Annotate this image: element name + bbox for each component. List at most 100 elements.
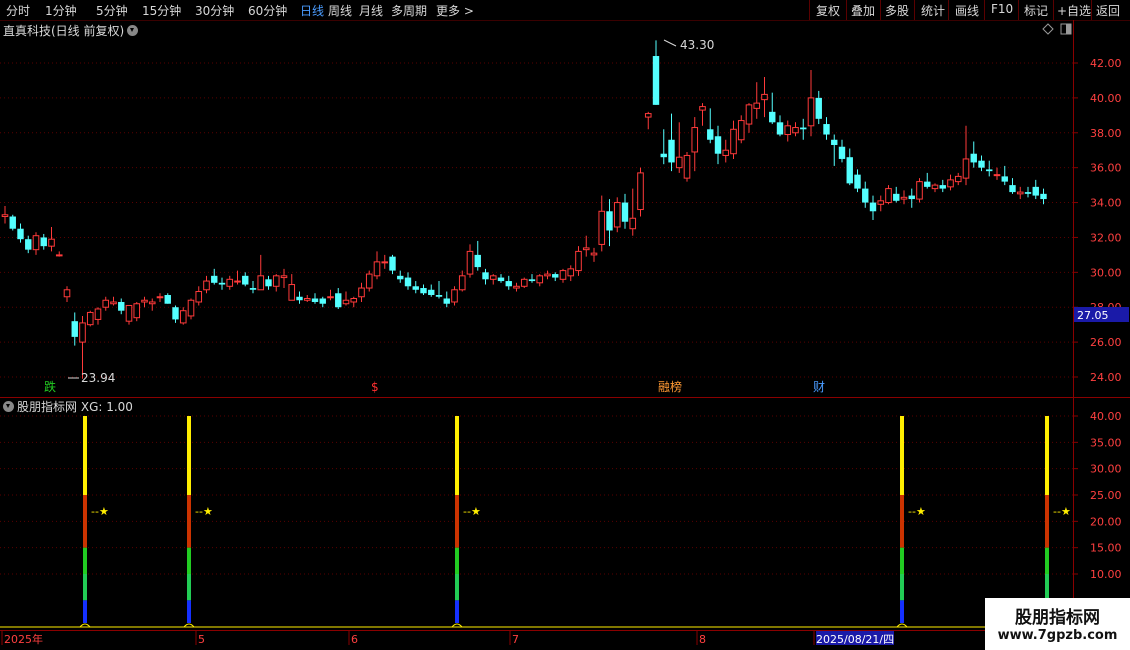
candle-body bbox=[947, 179, 954, 188]
candle-body bbox=[148, 301, 156, 305]
candle-body bbox=[234, 280, 241, 283]
indicator-tick-label: 15.00 bbox=[1090, 542, 1122, 555]
xg-star-label: --★ bbox=[195, 505, 213, 518]
indicator-tick-label: 40.00 bbox=[1090, 410, 1122, 423]
xg-star-label: --★ bbox=[463, 505, 481, 518]
candle-body bbox=[203, 280, 210, 291]
indicator-tick-label: 30.00 bbox=[1090, 463, 1122, 476]
high-price-label: 43.30 bbox=[680, 38, 714, 52]
candle-body bbox=[335, 293, 342, 308]
candle-body bbox=[513, 285, 520, 289]
price-tick-label: 26.00 bbox=[1090, 336, 1122, 349]
xg-bar-segment bbox=[83, 574, 87, 601]
candle-body bbox=[86, 311, 94, 326]
candle-body bbox=[939, 185, 946, 189]
candle-body bbox=[303, 298, 311, 301]
candle-body bbox=[761, 93, 768, 101]
candle-body bbox=[1040, 193, 1047, 200]
candle-body bbox=[831, 139, 838, 145]
date-tick-label: 5 bbox=[198, 633, 205, 646]
candle-body bbox=[737, 120, 745, 141]
diamond-icon[interactable] bbox=[1042, 23, 1054, 35]
indicator-tick-label: 20.00 bbox=[1090, 515, 1122, 528]
candle-body bbox=[954, 175, 962, 183]
price-tick-label: 30.00 bbox=[1090, 266, 1122, 279]
candle-body bbox=[637, 172, 644, 211]
candle-body bbox=[559, 270, 567, 280]
candle-body bbox=[722, 149, 730, 156]
indicator-tick-label: 10.00 bbox=[1090, 568, 1122, 581]
candle-body bbox=[319, 298, 326, 304]
candle-body bbox=[474, 254, 481, 268]
candle-body bbox=[683, 154, 691, 179]
candle-body bbox=[397, 275, 404, 280]
date-tick-label: 7 bbox=[512, 633, 519, 646]
candle-body bbox=[893, 193, 900, 201]
candle-body bbox=[962, 158, 970, 179]
candle-body bbox=[482, 272, 489, 280]
candle-body bbox=[412, 286, 419, 290]
xg-star-label: --★ bbox=[1053, 505, 1071, 518]
candle-body bbox=[249, 288, 257, 290]
candle-body bbox=[55, 254, 63, 257]
xg-bar-segment bbox=[1045, 574, 1049, 601]
candle-body bbox=[815, 97, 822, 119]
price-grid bbox=[0, 62, 1073, 378]
xg-bar-segment bbox=[187, 574, 191, 601]
xg-bar-segment bbox=[187, 495, 191, 548]
xg-bar-segment bbox=[1045, 495, 1049, 548]
candle-body bbox=[381, 261, 389, 264]
candle-body bbox=[916, 181, 923, 200]
watermark: 股朋指标网 www.7gpzb.com bbox=[985, 598, 1130, 650]
panel-toggle-fill bbox=[1066, 24, 1071, 34]
event-marker-dollar[interactable]: $ bbox=[371, 380, 379, 394]
xg-bar-segment bbox=[900, 495, 904, 548]
xg-bar-segment bbox=[455, 547, 459, 574]
xg-bar-segment bbox=[83, 495, 87, 548]
date-tick-label: 6 bbox=[351, 633, 358, 646]
candle-body bbox=[869, 202, 877, 212]
candle-body bbox=[1009, 185, 1016, 193]
candle-body bbox=[699, 106, 706, 111]
candle-body bbox=[784, 125, 792, 136]
candle-body bbox=[970, 153, 977, 163]
candle-body bbox=[420, 288, 427, 294]
candle-body bbox=[156, 296, 164, 299]
xg-star-label: --★ bbox=[908, 505, 926, 518]
candle-body bbox=[582, 247, 590, 251]
candle-body bbox=[110, 301, 117, 305]
candlestick-series bbox=[1, 40, 1047, 379]
candle-body bbox=[179, 310, 187, 324]
candle-body bbox=[342, 299, 350, 305]
candle-body bbox=[102, 299, 110, 308]
date-axis: 2025年 5 6 7 8 2025/08/21/四 bbox=[1, 630, 894, 646]
price-axis: 42.0040.0038.0036.0034.0032.0030.0028.00… bbox=[1073, 57, 1122, 384]
xg-bar-top bbox=[188, 416, 190, 495]
candle-body bbox=[48, 238, 55, 247]
candle-body bbox=[187, 299, 195, 317]
candle-body bbox=[776, 122, 784, 135]
candle-body bbox=[753, 102, 761, 109]
candle-body bbox=[404, 277, 412, 287]
candle-body bbox=[924, 181, 931, 187]
candle-body bbox=[644, 113, 652, 118]
candle-body bbox=[311, 298, 319, 302]
candle-body bbox=[528, 279, 536, 282]
candle-body bbox=[544, 273, 551, 277]
candle-body bbox=[707, 129, 714, 140]
candle-body bbox=[443, 298, 450, 304]
candle-body bbox=[133, 303, 141, 319]
candle-body bbox=[536, 275, 544, 284]
candle-body bbox=[621, 202, 629, 222]
low-price-label: 23.94 bbox=[81, 371, 115, 385]
candle-body bbox=[79, 322, 86, 343]
indicator-axis: 40.00 35.00 30.00 25.00 20.00 15.00 10.00 bbox=[1073, 410, 1122, 581]
candle-body bbox=[1016, 191, 1024, 195]
xg-bar-segment bbox=[83, 547, 87, 574]
event-marker-finance[interactable]: 财 bbox=[813, 380, 825, 394]
candle-body bbox=[862, 188, 869, 203]
watermark-title: 股朋指标网 bbox=[1015, 608, 1100, 628]
candle-body bbox=[900, 196, 908, 200]
event-marker-ranking[interactable]: 融榜 bbox=[658, 379, 682, 394]
event-marker-fall[interactable]: 跌 bbox=[44, 379, 56, 394]
